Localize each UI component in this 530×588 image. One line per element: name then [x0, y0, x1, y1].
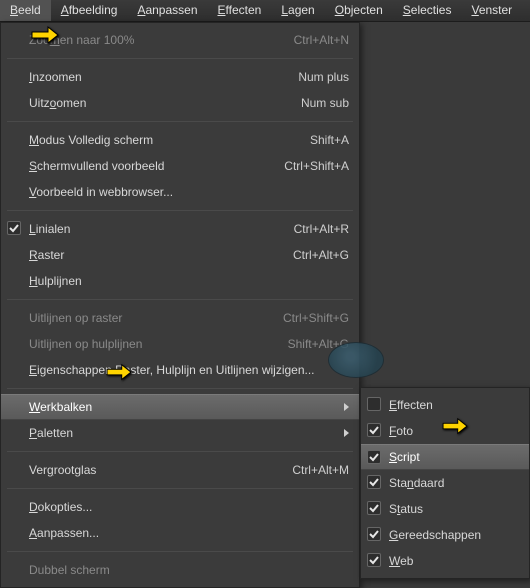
- menubar: BeeldAfbeeldingAanpassenEffectenLagenObj…: [0, 0, 530, 22]
- menu-item-label: Raster: [29, 248, 279, 262]
- separator: [7, 58, 353, 59]
- separator: [7, 210, 353, 211]
- menu-item[interactable]: Hulplijnen: [1, 268, 359, 294]
- submenu-item-label: Status: [389, 502, 519, 516]
- menu-item[interactable]: Paletten: [1, 420, 359, 446]
- submenu-item[interactable]: Foto: [361, 418, 529, 444]
- menu-item-werkbalken[interactable]: Werkbalken: [1, 394, 359, 420]
- menu-item-label: Dokopties...: [29, 500, 349, 514]
- submenu-item-label: Effecten: [389, 398, 519, 412]
- menu-item-label: Uitlijnen op hulplijnen: [29, 337, 274, 351]
- menu-item: Uitlijnen op hulplijnen Shift+Alt+G: [1, 331, 359, 357]
- beeld-menu: Zoomen naar 100% Ctrl+Alt+N Inzoomen Num pl…: [0, 22, 360, 588]
- menu-item[interactable]: Vergrootglas Ctrl+Alt+M: [1, 457, 359, 483]
- menu-item[interactable]: Inzoomen Num plus: [1, 64, 359, 90]
- checkmark-icon: [367, 527, 381, 541]
- submenu-arrow-icon: [344, 403, 349, 411]
- menu-item[interactable]: Raster Ctrl+Alt+G: [1, 242, 359, 268]
- checkmark-icon: [7, 221, 21, 235]
- menu-lagen[interactable]: Lagen: [271, 0, 324, 21]
- menu-item-label: Hulplijnen: [29, 274, 349, 288]
- menu-item[interactable]: Modus Volledig scherm Shift+A: [1, 127, 359, 153]
- shortcut-label: Num plus: [298, 70, 349, 84]
- menu-help[interactable]: Help: [522, 0, 530, 21]
- menu-item[interactable]: Dokopties...: [1, 494, 359, 520]
- separator: [7, 451, 353, 452]
- checkmark-icon: [367, 501, 381, 515]
- checkmark-icon: [367, 397, 381, 411]
- checkmark-icon: [367, 475, 381, 489]
- menu-effecten[interactable]: Effecten: [208, 0, 272, 21]
- menu-objecten[interactable]: Objecten: [325, 0, 393, 21]
- menu-item-label: Voorbeeld in webbrowser...: [29, 185, 349, 199]
- shortcut-label: Ctrl+Alt+M: [292, 463, 349, 477]
- menu-item-label: Aanpassen...: [29, 526, 349, 540]
- menu-item-label: Modus Volledig scherm: [29, 133, 296, 147]
- submenu-arrow-icon: [344, 429, 349, 437]
- menu-item[interactable]: Eigenschappen Raster, Hulplijn en Uitlij…: [1, 357, 359, 383]
- submenu-item[interactable]: Effecten: [361, 392, 529, 418]
- menu-item-label: Vergrootglas: [29, 463, 278, 477]
- separator: [7, 551, 353, 552]
- menu-item: Uitlijnen op raster Ctrl+Shift+G: [1, 305, 359, 331]
- werkbalken-submenu: Effecten Foto Script Standaard Status Gereeds…: [360, 387, 530, 579]
- menu-item[interactable]: Aanpassen...: [1, 520, 359, 546]
- shortcut-label: Num sub: [301, 96, 349, 110]
- checkmark-icon: [367, 553, 381, 567]
- checkmark-icon: [367, 423, 381, 437]
- shortcut-label: Shift+Alt+G: [288, 337, 349, 351]
- menu-item: Zoomen naar 100% Ctrl+Alt+N: [1, 27, 359, 53]
- menu-item[interactable]: Voorbeeld in webbrowser...: [1, 179, 359, 205]
- menu-item-label: Paletten: [29, 426, 336, 440]
- menu-item[interactable]: Linialen Ctrl+Alt+R: [1, 216, 359, 242]
- submenu-item-label: Web: [389, 554, 519, 568]
- menu-item-label: Inzoomen: [29, 70, 284, 84]
- menu-item-label: Uitzoomen: [29, 96, 287, 110]
- menu-item[interactable]: Schermvullend voorbeeld Ctrl+Shift+A: [1, 153, 359, 179]
- submenu-item-label: Foto: [389, 424, 519, 438]
- separator: [7, 121, 353, 122]
- submenu-item-label: Gereedschappen: [389, 528, 519, 542]
- menu-item-label: Eigenschappen Raster, Hulplijn en Uitlij…: [29, 363, 349, 377]
- menu-venster[interactable]: Venster: [461, 0, 522, 21]
- shortcut-label: Ctrl+Alt+R: [294, 222, 349, 236]
- menu-item-label: Linialen: [29, 222, 280, 236]
- shortcut-label: Ctrl+Alt+N: [294, 33, 349, 47]
- menu-item-label: Dubbel scherm: [29, 563, 349, 577]
- separator: [7, 299, 353, 300]
- menu-item: Dubbel scherm: [1, 557, 359, 583]
- submenu-item[interactable]: Web: [361, 548, 529, 574]
- menu-afbeelding[interactable]: Afbeelding: [51, 0, 128, 21]
- shortcut-label: Ctrl+Shift+A: [284, 159, 349, 173]
- shortcut-label: Shift+A: [310, 133, 349, 147]
- checkmark-icon: [367, 450, 381, 464]
- separator: [7, 388, 353, 389]
- submenu-item[interactable]: Standaard: [361, 470, 529, 496]
- menu-item-label: Werkbalken: [29, 400, 336, 414]
- menu-selecties[interactable]: Selecties: [393, 0, 462, 21]
- submenu-item-script[interactable]: Script: [361, 444, 529, 470]
- menu-aanpassen[interactable]: Aanpassen: [127, 0, 207, 21]
- submenu-item-label: Script: [389, 450, 519, 464]
- submenu-item-label: Standaard: [389, 476, 519, 490]
- shortcut-label: Ctrl+Alt+G: [293, 248, 349, 262]
- menu-beeld[interactable]: Beeld: [0, 0, 51, 21]
- menu-item-label: Uitlijnen op raster: [29, 311, 269, 325]
- submenu-item[interactable]: Status: [361, 496, 529, 522]
- menu-item-label: Zoomen naar 100%: [29, 33, 280, 47]
- separator: [7, 488, 353, 489]
- menu-item-label: Schermvullend voorbeeld: [29, 159, 270, 173]
- shortcut-label: Ctrl+Shift+G: [283, 311, 349, 325]
- submenu-item[interactable]: Gereedschappen: [361, 522, 529, 548]
- menu-item[interactable]: Uitzoomen Num sub: [1, 90, 359, 116]
